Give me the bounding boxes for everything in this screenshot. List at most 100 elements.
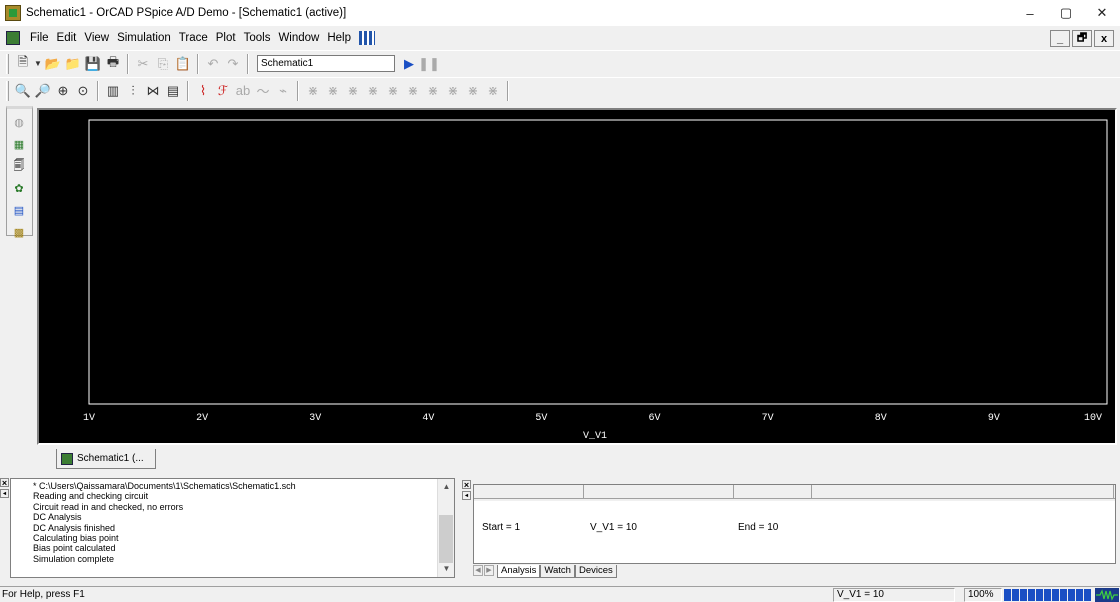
scroll-up-icon[interactable]: ▲	[438, 479, 455, 495]
menu-edit[interactable]: Edit	[53, 32, 81, 44]
progress-block	[1028, 589, 1035, 601]
session-log-collapse-button[interactable]: ◂	[0, 489, 9, 498]
run-icon[interactable]: ▶	[399, 54, 419, 74]
log-line: DC Analysis finished	[33, 522, 116, 533]
menu-simulation[interactable]: Simulation	[113, 32, 175, 44]
zoom-area-icon[interactable]: ⊕	[53, 81, 73, 101]
help-whats-this-icon[interactable]	[359, 31, 376, 45]
zoom-in-icon[interactable]: 🔍	[13, 81, 33, 101]
status-help-text: For Help, press F1	[2, 589, 85, 600]
simulation-profile-combo[interactable]: Schematic1	[257, 55, 395, 72]
mdi-restore-button[interactable]: 🗗	[1072, 30, 1092, 47]
waveform-icon	[1095, 588, 1119, 602]
open-icon[interactable]: 📂	[43, 54, 63, 74]
document-menu-icon[interactable]	[6, 31, 20, 45]
menu-plot[interactable]: Plot	[212, 32, 240, 44]
maximize-button[interactable]: ▢	[1048, 0, 1084, 26]
session-log-close-button[interactable]: ×	[0, 478, 9, 488]
x-tick-label: 7V	[762, 413, 774, 424]
cursor-slope-icon[interactable]: ⋇	[363, 81, 383, 101]
zoom-fit-icon[interactable]: ⊙	[73, 81, 93, 101]
menu-view[interactable]: View	[80, 32, 113, 44]
progress-block	[1084, 589, 1091, 601]
standard-toolbar: 🗎 ▼ 📂 📁 💾 🖶 ✂ ⎘ 📋 ↶ ↷ Schematic1 ▶ ❚❚	[0, 50, 1120, 76]
previous-transition-icon[interactable]: ⋇	[483, 81, 503, 101]
log-line: Reading and checking circuit	[33, 491, 149, 502]
menu-file[interactable]: File	[26, 32, 53, 44]
menu-window[interactable]: Window	[274, 32, 323, 44]
parts-list-icon[interactable]: ▩	[9, 223, 29, 241]
probe-panel-collapse-button[interactable]: ◂	[462, 491, 471, 500]
probe-toolbar: 🔍 🔎 ⊕ ⊙ ▥ ⫶ ⋈ ▤ ⌇ ℱ ab 〜 ⌁ ⋇ ⋇ ⋇ ⋇ ⋇ ⋇ ⋇…	[0, 77, 1120, 103]
mdi-close-button[interactable]: x	[1094, 30, 1114, 47]
zoom-out-icon[interactable]: 🔎	[33, 81, 53, 101]
pause-icon[interactable]: ❚❚	[418, 54, 440, 74]
view-schematic-icon[interactable]: ✿	[9, 179, 29, 197]
text-label-icon[interactable]: ab	[233, 81, 253, 101]
log-y-axis-icon[interactable]: ▤	[163, 81, 183, 101]
mdi-minimize-button[interactable]: _	[1050, 30, 1070, 47]
scroll-thumb[interactable]	[439, 515, 453, 563]
plot-window[interactable]: 1V 2V 3V 4V 5V 6V 7V 8V 9V 10V V_V1	[37, 108, 1117, 445]
header-column[interactable]	[584, 485, 734, 499]
tab-scroll-left-icon[interactable]: ◀	[473, 565, 483, 576]
paste-icon[interactable]: 📋	[173, 54, 193, 74]
document-tab[interactable]: Schematic1 (...	[56, 449, 156, 469]
eval-goal-function-icon[interactable]: ℱ	[213, 81, 233, 101]
fourier-icon[interactable]: ⫶	[123, 81, 143, 101]
header-column[interactable]	[812, 485, 1114, 499]
undo-icon[interactable]: ↶	[203, 54, 223, 74]
menu-tools[interactable]: Tools	[240, 32, 275, 44]
header-column[interactable]	[474, 485, 584, 499]
simulation-messages-icon[interactable]: ▤	[9, 201, 29, 219]
plot-canvas[interactable]: 1V 2V 3V 4V 5V 6V 7V 8V 9V 10V V_V1	[39, 110, 1115, 443]
toggle-cursor-icon[interactable]: ⋇	[303, 81, 323, 101]
minimize-button[interactable]: –	[1012, 0, 1048, 26]
progress-block	[1036, 589, 1043, 601]
tab-scroll-right-icon[interactable]: ▶	[484, 565, 494, 576]
save-icon[interactable]: 💾	[83, 54, 103, 74]
performance-analysis-icon[interactable]: ⋈	[143, 81, 163, 101]
view-simulation-results-icon[interactable]: ▦	[9, 135, 29, 153]
redo-icon[interactable]: ↷	[223, 54, 243, 74]
log-x-axis-icon[interactable]: ▥	[103, 81, 123, 101]
scroll-down-icon[interactable]: ▼	[438, 561, 455, 577]
session-log-scrollbar[interactable]: ▲ ▼	[437, 479, 454, 577]
progress-block	[1052, 589, 1059, 601]
cursor-max-icon[interactable]: ⋇	[403, 81, 423, 101]
cut-icon[interactable]: ✂	[133, 54, 153, 74]
toolbar-grip[interactable]	[6, 80, 9, 101]
header-column[interactable]	[734, 485, 812, 499]
cursor-trough-icon[interactable]: ⋇	[343, 81, 363, 101]
mark-data-icon[interactable]: 〜	[253, 81, 273, 101]
close-button[interactable]: ✕	[1084, 0, 1120, 26]
next-transition-icon[interactable]: ⋇	[463, 81, 483, 101]
toolbar-grip[interactable]	[6, 53, 9, 74]
log-line: Calculating bias point	[33, 533, 119, 544]
toolbar-separator	[507, 80, 509, 101]
tab-devices[interactable]: Devices	[574, 565, 617, 578]
mdi-controls: _ 🗗 x	[1050, 30, 1114, 47]
add-trace-icon[interactable]: ⌇	[193, 81, 213, 101]
tab-watch[interactable]: Watch	[540, 565, 575, 578]
menu-help[interactable]: Help	[323, 32, 355, 44]
print-icon[interactable]: 🖶	[103, 54, 123, 74]
probe-panel-close-button[interactable]: ×	[462, 480, 471, 490]
mark-label-icon[interactable]: ⌁	[273, 81, 293, 101]
waveform-graphic	[1096, 589, 1118, 601]
new-dropdown-icon[interactable]: ▼	[33, 54, 43, 74]
new-icon[interactable]: 🗎	[13, 54, 33, 74]
cursor-search-icon[interactable]: ⋇	[443, 81, 463, 101]
view-output-file-icon[interactable]: 🗐	[9, 157, 29, 175]
cursor-point-icon[interactable]: ⋇	[423, 81, 443, 101]
status-sweep-value: V_V1 = 10	[833, 588, 955, 602]
menu-trace[interactable]: Trace	[175, 32, 212, 44]
copy-icon[interactable]: ⎘	[153, 54, 173, 74]
x-tick-label: 5V	[535, 413, 547, 424]
tab-analysis[interactable]: Analysis	[497, 565, 541, 578]
status-bar: For Help, press F1 V_V1 = 10 100%	[0, 586, 1120, 602]
open-recent-icon[interactable]: 📁	[63, 54, 83, 74]
cursor-min-icon[interactable]: ⋇	[383, 81, 403, 101]
cursor-peak-icon[interactable]: ⋇	[323, 81, 343, 101]
probe-marker-icon[interactable]: ◍	[9, 113, 29, 131]
